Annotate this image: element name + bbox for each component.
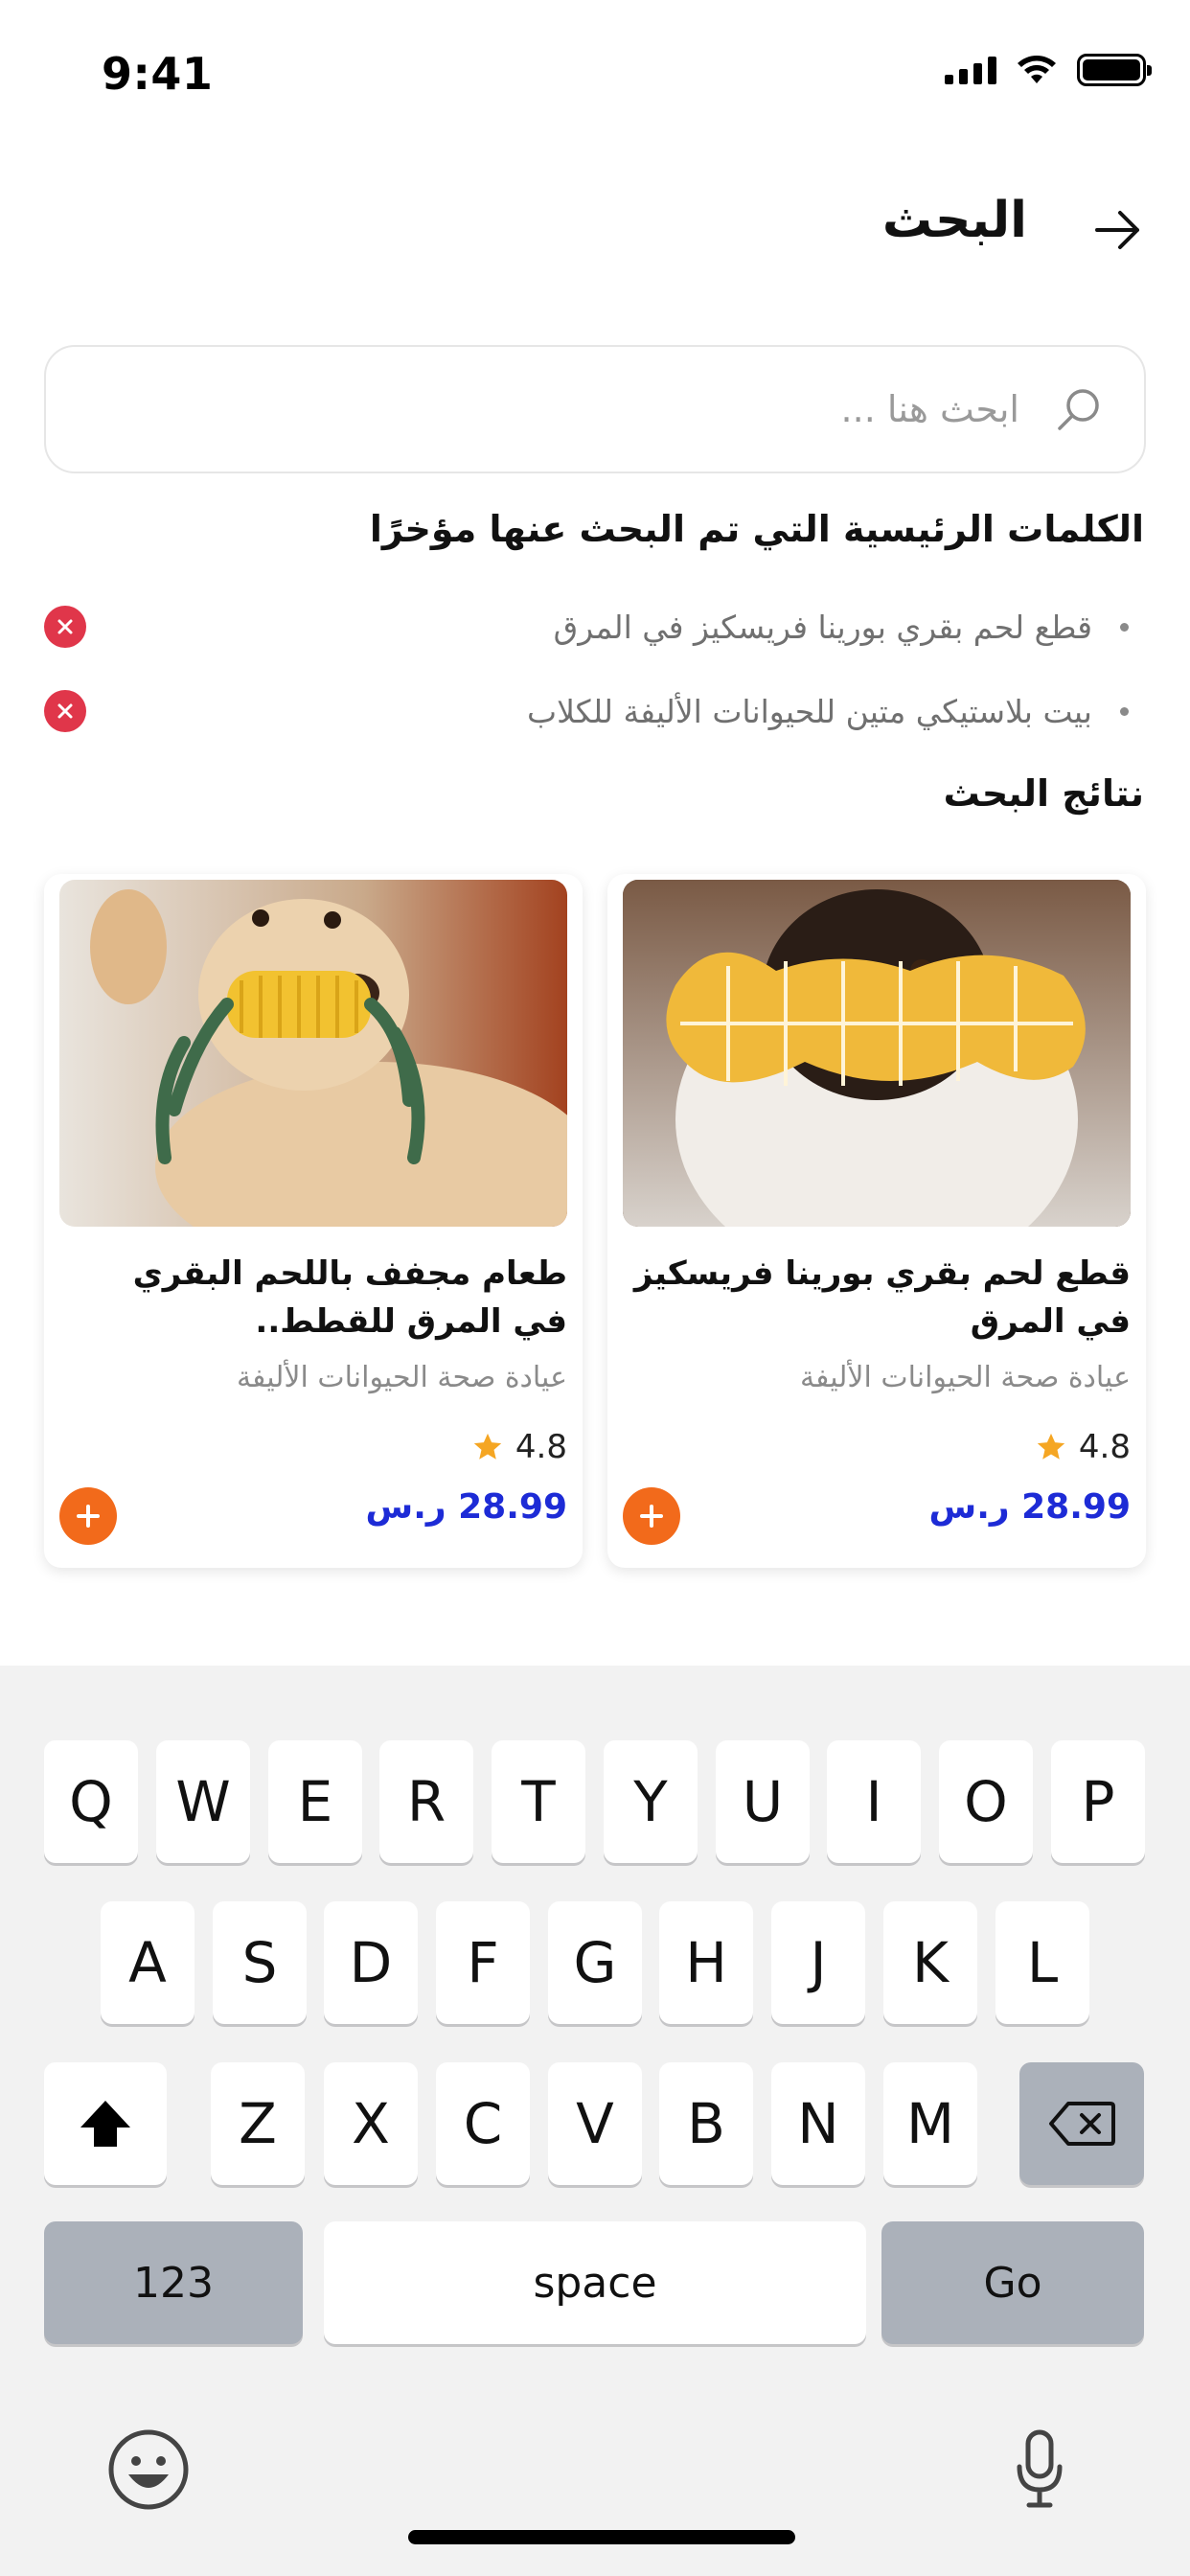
add-to-cart-button[interactable]: [623, 1487, 680, 1545]
rating-value: 4.8: [1078, 1428, 1131, 1466]
product-rating: 4.8: [1035, 1428, 1131, 1466]
key-k[interactable]: K: [883, 1901, 977, 2024]
key-x[interactable]: X: [324, 2062, 418, 2185]
star-icon: [473, 1433, 502, 1460]
recent-search-text[interactable]: بيت بلاستيكي متين للحيوانات الأليفة للكل…: [527, 693, 1092, 730]
key-d[interactable]: D: [324, 1901, 418, 2024]
search-results-title: نتائج البحث: [943, 772, 1144, 815]
plus-icon: [77, 1505, 100, 1528]
key-p[interactable]: P: [1051, 1740, 1145, 1863]
status-icons: [945, 54, 1152, 86]
go-key[interactable]: Go: [881, 2221, 1144, 2344]
key-z[interactable]: Z: [211, 2062, 305, 2185]
product-brand: عيادة صحة الحيوانات الأليفة: [799, 1361, 1131, 1394]
key-q[interactable]: Q: [44, 1740, 138, 1863]
key-b[interactable]: B: [659, 2062, 753, 2185]
key-v[interactable]: V: [548, 2062, 642, 2185]
status-bar: 9:41: [0, 0, 1190, 144]
key-n[interactable]: N: [771, 2062, 865, 2185]
key-j[interactable]: J: [771, 1901, 865, 2024]
key-l[interactable]: L: [995, 1901, 1089, 2024]
product-rating: 4.8: [471, 1428, 567, 1466]
remove-search-button[interactable]: [44, 690, 86, 732]
product-image[interactable]: [623, 880, 1131, 1227]
home-indicator: [408, 2530, 795, 2544]
key-w[interactable]: W: [156, 1740, 250, 1863]
microphone-button[interactable]: [1016, 2428, 1064, 2511]
keyboard: Q W E R T Y U I O P A S D F G H J K L Z …: [0, 1666, 1190, 2576]
search-box[interactable]: [44, 345, 1146, 473]
key-s[interactable]: S: [213, 1901, 307, 2024]
close-icon: [57, 703, 73, 719]
recent-searches-list: قطع لحم بقري بورينا فريسكيز في المرق بيت…: [44, 585, 1146, 753]
key-y[interactable]: Y: [604, 1740, 698, 1863]
key-c[interactable]: C: [436, 2062, 530, 2185]
product-image[interactable]: [59, 880, 567, 1227]
bullet-dot: [1120, 622, 1129, 632]
delete-backspace-icon: [1049, 2102, 1115, 2146]
product-brand: عيادة صحة الحيوانات الأليفة: [236, 1361, 567, 1394]
key-o[interactable]: O: [939, 1740, 1033, 1863]
key-g[interactable]: G: [548, 1901, 642, 2024]
key-f[interactable]: F: [436, 1901, 530, 2024]
product-card[interactable]: قطع لحم بقري بورينا فريسكيز في المرق عيا…: [607, 874, 1146, 1568]
star-icon: [1037, 1433, 1065, 1460]
key-t[interactable]: T: [492, 1740, 585, 1863]
backspace-key[interactable]: [1019, 2062, 1144, 2185]
recent-search-text[interactable]: قطع لحم بقري بورينا فريسكيز في المرق: [554, 609, 1092, 646]
recent-search-item[interactable]: قطع لحم بقري بورينا فريسكيز في المرق: [44, 585, 1146, 669]
key-a[interactable]: A: [101, 1901, 195, 2024]
key-h[interactable]: H: [659, 1901, 753, 2024]
wifi-icon: [1018, 56, 1056, 83]
bullet-dot: [1120, 706, 1129, 716]
key-i[interactable]: I: [827, 1740, 921, 1863]
space-key[interactable]: space: [324, 2221, 866, 2344]
close-icon: [57, 619, 73, 634]
key-u[interactable]: U: [716, 1740, 810, 1863]
product-price: 28.99 ر.س: [928, 1487, 1131, 1527]
search-icon: [1058, 389, 1099, 430]
back-button[interactable]: [1085, 196, 1152, 264]
dog-with-bone-toy-icon: [623, 880, 1131, 1227]
search-input[interactable]: [157, 347, 1019, 472]
shift-arrow-icon: [80, 2101, 130, 2147]
plus-icon: [640, 1505, 663, 1528]
recent-search-item[interactable]: بيت بلاستيكي متين للحيوانات الأليفة للكل…: [44, 669, 1146, 753]
header: البحث: [0, 172, 1190, 278]
key-e[interactable]: E: [268, 1740, 362, 1863]
product-title[interactable]: قطع لحم بقري بورينا فريسكيز في المرق: [632, 1250, 1131, 1346]
numbers-key[interactable]: 123: [44, 2221, 303, 2344]
page-title: البحث: [881, 192, 1027, 249]
status-time: 9:41: [102, 48, 214, 100]
battery-icon: [1077, 54, 1152, 86]
rating-value: 4.8: [515, 1428, 567, 1466]
product-price: 28.99 ر.س: [365, 1487, 567, 1527]
remove-search-button[interactable]: [44, 606, 86, 648]
microphone-icon: [1017, 2429, 1063, 2508]
emoji-icon: [108, 2429, 189, 2510]
product-title[interactable]: طعام مجفف باللحم البقري في المرق للقطط..: [69, 1250, 567, 1346]
arrow-right-icon: [1095, 211, 1139, 249]
product-card[interactable]: طعام مجفف باللحم البقري في المرق للقطط..…: [44, 874, 583, 1568]
recent-searches-title: الكلمات الرئيسية التي تم البحث عنها مؤخر…: [369, 508, 1144, 550]
key-m[interactable]: M: [883, 2062, 977, 2185]
shift-key[interactable]: [44, 2062, 167, 2185]
key-r[interactable]: R: [379, 1740, 473, 1863]
cellular-signal-icon: [945, 56, 996, 84]
dog-with-corn-toy-icon: [59, 880, 567, 1227]
emoji-button[interactable]: [107, 2428, 190, 2511]
add-to-cart-button[interactable]: [59, 1487, 117, 1545]
